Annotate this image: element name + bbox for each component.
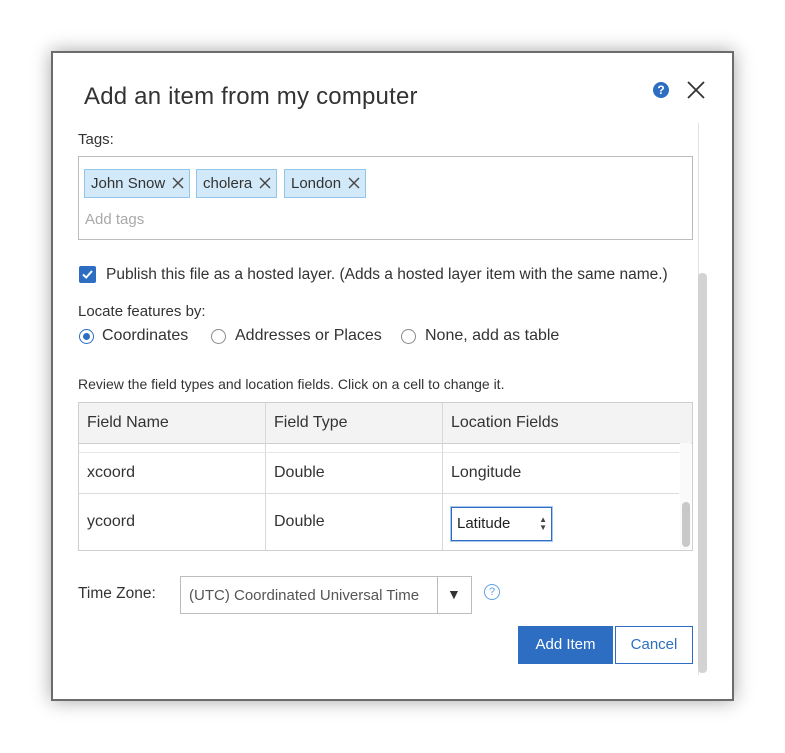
remove-tag-icon[interactable] [171, 176, 185, 190]
radio-coordinates-label[interactable]: Coordinates [102, 327, 188, 345]
tag-chip-label: London [291, 175, 342, 192]
tag-chip-label: John Snow [91, 175, 166, 192]
tag-chip-label: cholera [203, 175, 253, 192]
table-row-xcoord-type[interactable]: Double [274, 464, 325, 482]
fields-table: Field Name Field Type Location Fields xc… [78, 402, 693, 551]
updown-arrows-icon: ▲ ▼ [539, 515, 547, 532]
radio-none-label[interactable]: None, add as table [425, 327, 559, 345]
add-item-button[interactable]: Add Item [518, 626, 613, 664]
time-zone-select[interactable]: (UTC) Coordinated Universal Time ▼ [180, 576, 472, 614]
tags-placeholder[interactable]: Add tags [85, 211, 144, 228]
tag-chip: cholera [196, 169, 278, 198]
fields-instruction: Review the field types and location fiel… [78, 376, 505, 392]
cancel-button[interactable]: Cancel [615, 626, 693, 664]
table-row-ycoord-type[interactable]: Double [274, 513, 325, 531]
dialog-title: Add an item from my computer [84, 83, 418, 110]
column-header-field-type[interactable]: Field Type [274, 414, 348, 432]
radio-coordinates[interactable] [79, 329, 94, 344]
time-zone-label: Time Zone: [78, 585, 156, 602]
dropdown-arrow-icon[interactable]: ▼ [447, 586, 461, 602]
location-field-select-value: Latitude [457, 515, 511, 532]
tag-chip: John Snow [84, 169, 191, 198]
checkmark-icon [82, 270, 93, 279]
publish-label[interactable]: Publish this file as a hosted layer. (Ad… [106, 266, 668, 284]
table-header: Field Name Field Type Location Fields [79, 403, 692, 444]
help-icon[interactable]: ? [653, 82, 669, 98]
location-field-select[interactable]: Latitude ▲ ▼ [451, 507, 552, 541]
tags-label: Tags: [78, 131, 114, 148]
column-header-location-fields[interactable]: Location Fields [451, 414, 559, 432]
tag-chip: London [284, 169, 367, 198]
select-divider [437, 577, 438, 613]
table-row-ycoord-name[interactable]: ycoord [87, 513, 135, 531]
dialog-content: Tags: John Snow cholera London Add tags … [53, 123, 693, 701]
publish-checkbox[interactable] [79, 266, 96, 283]
table-scrollbar-thumb[interactable] [682, 502, 690, 547]
close-icon[interactable] [686, 80, 706, 100]
time-zone-value: (UTC) Coordinated Universal Time [189, 587, 420, 604]
table-row-xcoord-name[interactable]: xcoord [87, 464, 135, 482]
locate-label: Locate features by: [78, 303, 206, 320]
remove-tag-icon[interactable] [258, 176, 272, 190]
column-header-field-name[interactable]: Field Name [87, 414, 169, 432]
radio-addresses[interactable] [211, 329, 226, 344]
dialog-scrollbar-thumb[interactable] [698, 273, 707, 673]
remove-tag-icon[interactable] [347, 176, 361, 190]
table-row-xcoord-location[interactable]: Longitude [451, 464, 521, 482]
radio-none[interactable] [401, 329, 416, 344]
add-item-dialog: Add an item from my computer ? Tags: Joh… [51, 51, 734, 701]
time-zone-help-icon[interactable]: ? [484, 584, 500, 600]
radio-addresses-label[interactable]: Addresses or Places [235, 327, 382, 345]
tags-input-box[interactable]: John Snow cholera London Add tags [78, 156, 693, 240]
